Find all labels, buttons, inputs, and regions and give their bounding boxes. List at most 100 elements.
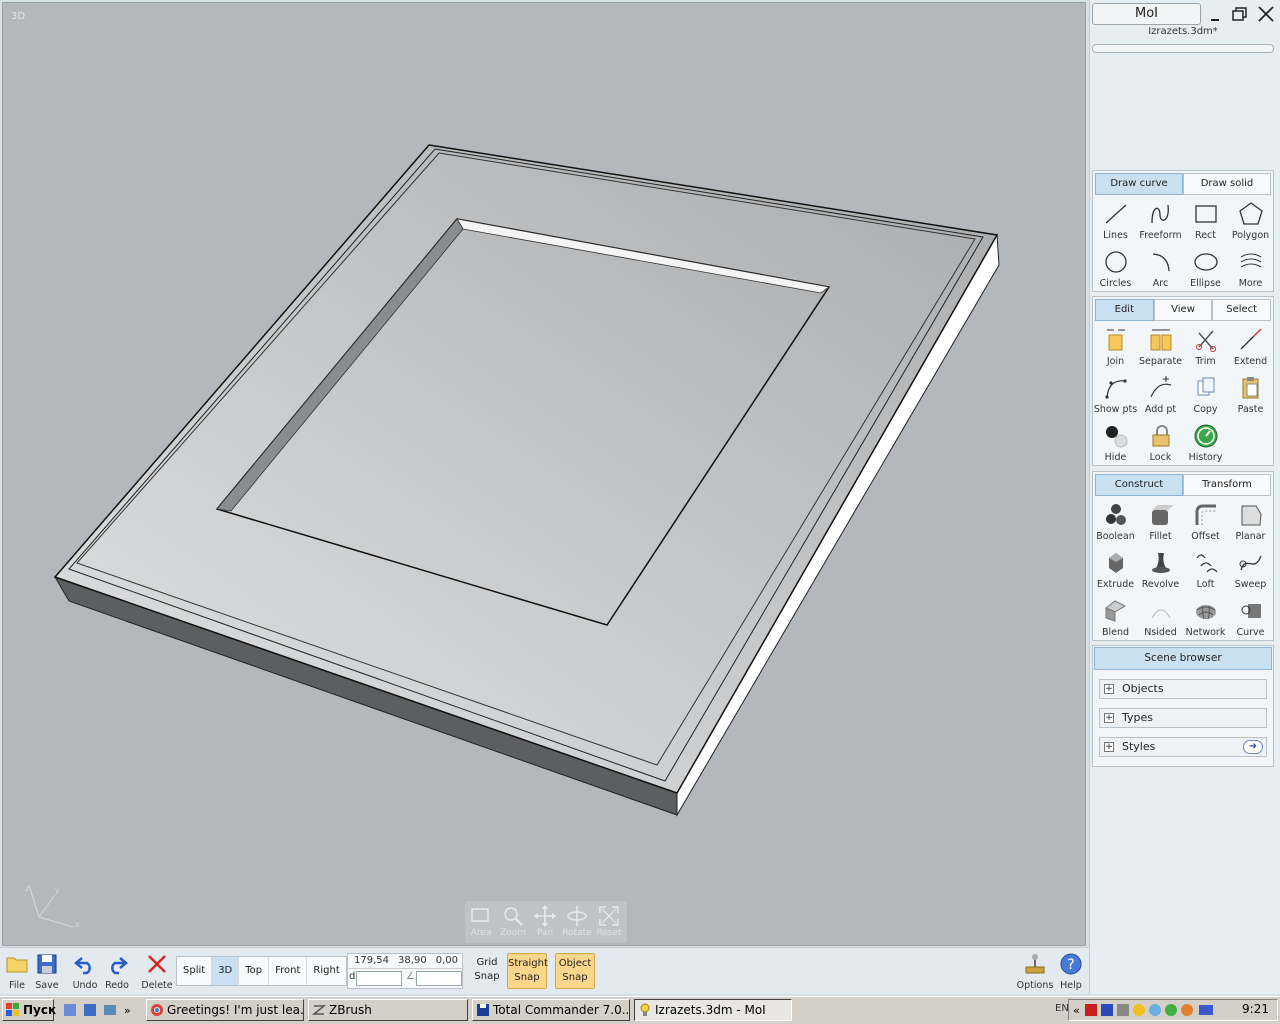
- circle-icon: [1104, 251, 1127, 273]
- circles-tool[interactable]: Circles: [1093, 245, 1138, 293]
- redo-button[interactable]: Redo: [100, 952, 134, 991]
- nav-pan-button[interactable]: Pan: [529, 901, 561, 943]
- redo-label: Redo: [105, 980, 129, 991]
- scene-objects-item[interactable]: + Objects: [1099, 679, 1267, 699]
- axis-z-label: z: [25, 884, 29, 893]
- scene-styles-item[interactable]: + Styles ➜: [1099, 737, 1267, 757]
- blend-tool[interactable]: Blend: [1093, 594, 1138, 642]
- boolean-tool[interactable]: Boolean: [1093, 498, 1138, 546]
- loft-tool[interactable]: Loft: [1183, 546, 1228, 594]
- tab-draw-solid[interactable]: Draw solid: [1183, 173, 1271, 195]
- distance-label: d: [349, 971, 356, 982]
- axis-x-label: x: [75, 920, 80, 929]
- arrow-right-icon[interactable]: ➜: [1243, 740, 1263, 754]
- options-button[interactable]: Options: [1016, 952, 1054, 991]
- offset-tool[interactable]: Offset: [1183, 498, 1228, 546]
- coord-z: 0,00: [435, 955, 458, 966]
- task-total-commander[interactable]: Total Commander 7.0...: [472, 999, 630, 1021]
- nav-pan-label: Pan: [536, 928, 554, 938]
- lock-tool[interactable]: Lock: [1138, 419, 1183, 467]
- quick-launch-icons: »: [64, 1004, 131, 1017]
- app-menu-button[interactable]: MoI: [1092, 3, 1201, 25]
- copy-tool[interactable]: Copy: [1183, 371, 1228, 419]
- tab-edit[interactable]: Edit: [1095, 299, 1154, 321]
- 3d-viewport[interactable]: 3D x y z Area Zoom Pan Rotate Reset: [2, 2, 1086, 946]
- trim-tool[interactable]: Trim: [1183, 323, 1228, 371]
- add-pt-tool[interactable]: Add pt: [1138, 371, 1183, 419]
- task-chrome[interactable]: Greetings! I'm just lea...: [146, 999, 304, 1021]
- expand-plus-icon[interactable]: +: [1104, 742, 1114, 752]
- task-zbrush[interactable]: ZBrush: [308, 999, 468, 1021]
- file-label: File: [9, 980, 25, 991]
- minimize-icon: [1211, 19, 1219, 21]
- ellipse-tool[interactable]: Ellipse: [1183, 245, 1228, 293]
- rect-tool[interactable]: Rect: [1183, 197, 1228, 245]
- restore-button[interactable]: [1230, 4, 1250, 24]
- show-pts-label: Show pts: [1093, 404, 1138, 415]
- angle-input[interactable]: [416, 971, 462, 986]
- freeform-tool[interactable]: Freeform: [1138, 197, 1183, 245]
- language-indicator[interactable]: EN: [1055, 1003, 1069, 1014]
- network-tool[interactable]: Network: [1183, 594, 1228, 642]
- extend-tool[interactable]: Extend: [1228, 323, 1273, 371]
- tray-icons[interactable]: «: [1073, 1001, 1223, 1019]
- scene-types-item[interactable]: + Types: [1099, 708, 1267, 728]
- view-top-button[interactable]: Top: [239, 957, 270, 985]
- tab-transform[interactable]: Transform: [1183, 474, 1271, 496]
- sweep-label: Sweep: [1234, 579, 1267, 590]
- view-split-button[interactable]: Split: [177, 957, 213, 985]
- minimize-button[interactable]: [1206, 4, 1226, 24]
- straight-snap-line1: Straight: [508, 958, 548, 969]
- sweep-tool[interactable]: Sweep: [1228, 546, 1273, 594]
- expand-plus-icon[interactable]: +: [1104, 684, 1114, 694]
- grid-snap-toggle[interactable]: Grid Snap: [467, 953, 507, 989]
- polygon-tool[interactable]: Polygon: [1228, 197, 1273, 245]
- object-snap-toggle[interactable]: Object Snap: [555, 953, 595, 989]
- arc-tool[interactable]: Arc: [1138, 245, 1183, 293]
- fillet-tool[interactable]: Fillet: [1138, 498, 1183, 546]
- distance-input[interactable]: [356, 971, 402, 986]
- nav-zoom-button[interactable]: Zoom: [497, 901, 529, 943]
- save-button[interactable]: Save: [30, 952, 64, 991]
- options-label: Options: [1016, 980, 1054, 991]
- hide-tool[interactable]: Hide: [1093, 419, 1138, 467]
- join-tool[interactable]: Join: [1093, 323, 1138, 371]
- show-pts-tool[interactable]: Show pts: [1093, 371, 1138, 419]
- nav-rotate-button[interactable]: Rotate: [561, 901, 593, 943]
- tab-select[interactable]: Select: [1212, 299, 1272, 321]
- freeform-curve-icon: [1150, 204, 1169, 224]
- tab-draw-curve[interactable]: Draw curve: [1095, 173, 1183, 195]
- file-button[interactable]: File: [0, 952, 34, 991]
- lines-tool[interactable]: Lines: [1093, 197, 1138, 245]
- scene-browser-header[interactable]: Scene browser: [1094, 647, 1272, 670]
- help-button[interactable]: ? Help: [1054, 952, 1088, 991]
- extrude-tool[interactable]: Extrude: [1093, 546, 1138, 594]
- view-3d-button[interactable]: 3D: [212, 957, 240, 985]
- view-right-button[interactable]: Right: [307, 957, 345, 985]
- tab-view[interactable]: View: [1153, 299, 1213, 321]
- start-button[interactable]: Пуск: [2, 999, 56, 1021]
- expand-plus-icon[interactable]: +: [1104, 713, 1114, 723]
- delete-button[interactable]: Delete: [140, 952, 174, 991]
- task-moi[interactable]: Izrazets.3dm - MoI: [634, 999, 792, 1021]
- view-front-button[interactable]: Front: [269, 957, 308, 985]
- close-button[interactable]: [1256, 4, 1276, 24]
- nav-reset-button[interactable]: Reset: [593, 901, 625, 943]
- 3d-model-panel[interactable]: [3, 3, 1086, 946]
- loft-icon: [1195, 554, 1217, 573]
- rectangle-icon: [1194, 205, 1217, 223]
- nsided-tool[interactable]: Nsided: [1138, 594, 1183, 642]
- undo-button[interactable]: Undo: [68, 952, 102, 991]
- curve-tool[interactable]: Curve: [1228, 594, 1273, 642]
- grid-snap-line2: Snap: [474, 971, 500, 982]
- floppy-disk-icon: [37, 954, 57, 974]
- revolve-tool[interactable]: Revolve: [1138, 546, 1183, 594]
- history-tool[interactable]: History: [1183, 419, 1228, 467]
- straight-snap-toggle[interactable]: Straight Snap: [507, 953, 548, 989]
- separate-tool[interactable]: Separate: [1138, 323, 1183, 371]
- planar-tool[interactable]: Planar: [1228, 498, 1273, 546]
- tab-construct[interactable]: Construct: [1095, 474, 1183, 496]
- paste-tool[interactable]: Paste: [1228, 371, 1273, 419]
- nav-area-button[interactable]: Area: [465, 901, 497, 943]
- more-tool[interactable]: More: [1228, 245, 1273, 293]
